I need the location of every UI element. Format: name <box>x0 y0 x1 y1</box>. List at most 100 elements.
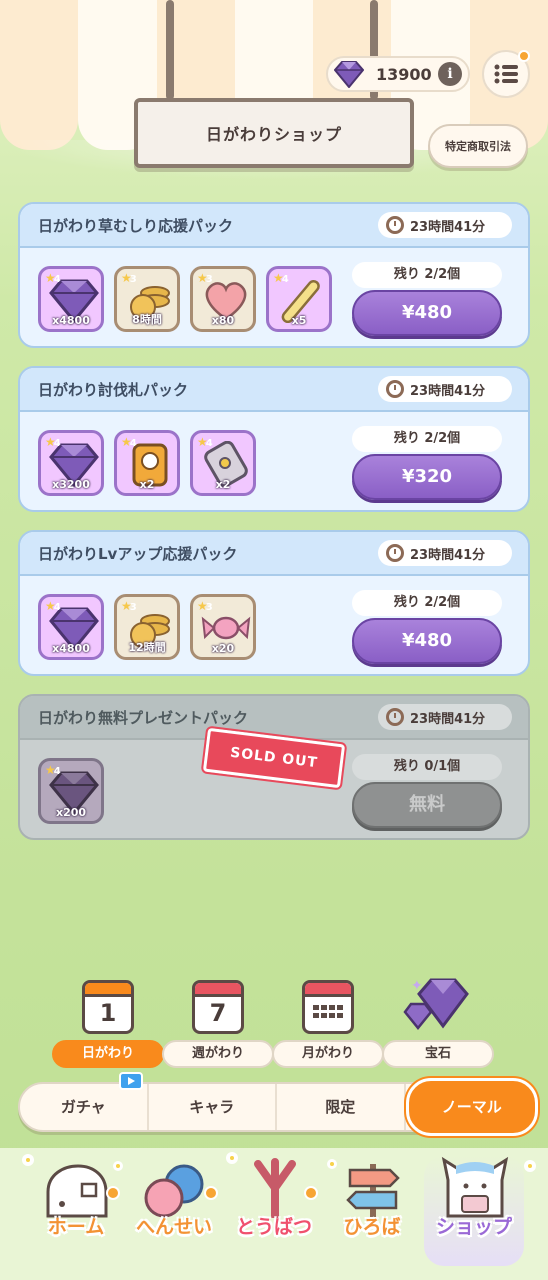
sign-rope-left <box>166 0 174 100</box>
info-button[interactable]: i <box>438 62 462 86</box>
item-gem[interactable]: ★4 x4800 <box>38 266 104 332</box>
notification-dot <box>304 1186 318 1200</box>
item-ticket[interactable]: ★4 x2 <box>114 430 180 496</box>
tab-chara[interactable]: キャラ <box>149 1084 277 1130</box>
nav-label: ホーム <box>47 1216 105 1238</box>
timer-text: 23時間41分 <box>410 219 486 235</box>
nav-label: とうばつ <box>235 1216 312 1238</box>
rank-star: ★4 <box>45 435 61 449</box>
item-qty: x5 <box>291 314 307 327</box>
item-gem[interactable]: ★4 x4800 <box>38 594 104 660</box>
pack-title: 日がわり無料プレゼントパック <box>38 708 249 727</box>
gem-count: 13900 <box>376 64 432 84</box>
page-title: 日がわりショップ <box>205 125 342 144</box>
category-monthly[interactable]: 月がわり <box>272 968 384 1068</box>
rank-star: ★4 <box>197 435 213 449</box>
signpost-icon <box>346 1164 400 1218</box>
item-qty: x200 <box>55 806 87 819</box>
pack-header: 日がわり草むしり応援パック 23時間41分 <box>20 204 528 248</box>
tab-normal[interactable]: ノーマル <box>405 1078 538 1136</box>
pack-timer: 23時間41分 <box>378 704 512 730</box>
shop-type-tabs: ガチャ キャラ 限定 ノーマル <box>18 1072 538 1136</box>
tab-limited[interactable]: 限定 <box>277 1084 406 1130</box>
clock-icon <box>386 216 404 234</box>
timer-text: 23時間41分 <box>410 711 486 727</box>
rank-star: ★4 <box>273 271 289 285</box>
rank-star: ★4 <box>121 435 137 449</box>
video-icon <box>118 1072 143 1090</box>
item-coins[interactable]: ★3 8時間 <box>114 266 180 332</box>
notification-dot <box>204 1186 218 1200</box>
category-label: 月がわり <box>272 1040 384 1068</box>
pack-items: ★4 x4800 ★3 12時間 ★3 x20 <box>38 594 256 660</box>
list-icon <box>494 64 518 84</box>
stock-remaining: 残り 2/2個 <box>352 590 502 616</box>
nav-plaza[interactable]: ひろば <box>322 1156 422 1266</box>
shop-cat-icon <box>441 1156 509 1218</box>
calendar-icon: 7 <box>162 968 274 1034</box>
pack-items: ★4 x200 <box>38 758 104 824</box>
pack-card: 日がわり草むしり応援パック 23時間41分 ★4 x4800 ★3 8時間 ★3… <box>18 202 530 348</box>
stock-remaining: 残り 2/2個 <box>352 262 502 288</box>
buy-button[interactable]: ¥480 <box>352 290 502 336</box>
item-gem[interactable]: ★4 x200 <box>38 758 104 824</box>
category-label: 日がわり <box>52 1040 164 1068</box>
notification-dot <box>518 50 530 62</box>
buy-button[interactable]: ¥480 <box>352 618 502 664</box>
category-gems[interactable]: ✦ 宝石 <box>382 968 494 1068</box>
nav-home[interactable]: ホーム <box>26 1156 126 1266</box>
nav-battle[interactable]: とうばつ <box>224 1156 324 1266</box>
gems-icon: ✦ <box>382 968 494 1034</box>
category-label: 週がわり <box>162 1040 274 1068</box>
item-gem[interactable]: ★4 x3200 <box>38 430 104 496</box>
pack-timer: 23時間41分 <box>378 212 512 238</box>
item-qty: x4800 <box>52 642 90 655</box>
item-coins[interactable]: ★3 12時間 <box>114 594 180 660</box>
pack-card: 日がわりLvアップ応援パック 23時間41分 ★4 x4800 ★3 12時間 … <box>18 530 530 676</box>
weapon-icon <box>254 1158 296 1218</box>
pack-title: 日がわりLvアップ応援パック <box>38 544 238 563</box>
notification-dot <box>106 1186 120 1200</box>
calendar-icon: 1 <box>52 968 164 1034</box>
item-qty: x80 <box>211 314 235 327</box>
item-stick[interactable]: ★4 x5 <box>266 266 332 332</box>
nav-formation[interactable]: へんせい <box>124 1156 224 1266</box>
timer-text: 23時間41分 <box>410 547 486 563</box>
clock-icon <box>386 380 404 398</box>
pack-items: ★4 x4800 ★3 8時間 ★3 x80 ★4 x5 <box>38 266 332 332</box>
item-tag[interactable]: ★4 x2 <box>190 430 256 496</box>
pack-title: 日がわり草むしり応援パック <box>38 216 234 235</box>
rank-star: ★4 <box>45 271 61 285</box>
category-daily[interactable]: 1 日がわり <box>52 968 164 1068</box>
buy-button[interactable]: ¥320 <box>352 454 502 500</box>
category-weekly[interactable]: 7 週がわり <box>162 968 274 1068</box>
rank-star: ★4 <box>45 599 61 613</box>
item-heart[interactable]: ★3 x80 <box>190 266 256 332</box>
rank-star: ★3 <box>121 599 137 613</box>
menu-button[interactable] <box>482 50 530 98</box>
free-button-disabled: 無料 <box>352 782 502 828</box>
tab-gacha[interactable]: ガチャ <box>20 1072 149 1130</box>
rank-star: ★3 <box>197 271 213 285</box>
nav-label: ひろば <box>343 1216 401 1238</box>
rank-star: ★3 <box>121 271 137 285</box>
category-label: 宝石 <box>382 1040 494 1068</box>
svg-text:✦: ✦ <box>411 978 423 994</box>
item-qty: x20 <box>211 642 235 655</box>
pack-timer: 23時間41分 <box>378 376 512 402</box>
pack-timer: 23時間41分 <box>378 540 512 566</box>
item-qty: x3200 <box>52 478 90 491</box>
calendar-grid-icon <box>272 968 384 1034</box>
pack-header: 日がわり無料プレゼントパック 23時間41分 <box>20 696 528 740</box>
rank-star: ★4 <box>45 763 61 777</box>
clock-icon <box>386 708 404 726</box>
legal-notice-button[interactable]: 特定商取引法 <box>428 124 528 168</box>
legal-notice-label: 特定商取引法 <box>445 140 511 153</box>
item-candy[interactable]: ★3 x20 <box>190 594 256 660</box>
clock-icon <box>386 544 404 562</box>
nav-shop[interactable]: ショップ <box>424 1156 524 1266</box>
gem-icon <box>334 61 364 88</box>
nav-label: へんせい <box>135 1216 212 1238</box>
pack-header: 日がわりLvアップ応援パック 23時間41分 <box>20 532 528 576</box>
item-qty: x4800 <box>52 314 90 327</box>
